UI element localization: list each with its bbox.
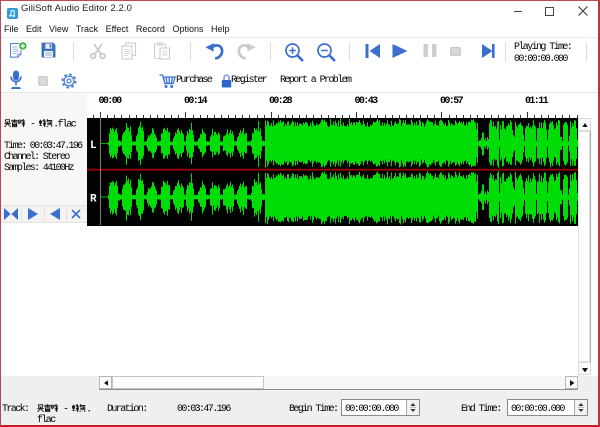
svg-text:L: L	[90, 140, 97, 152]
svg-text:R: R	[90, 194, 97, 206]
